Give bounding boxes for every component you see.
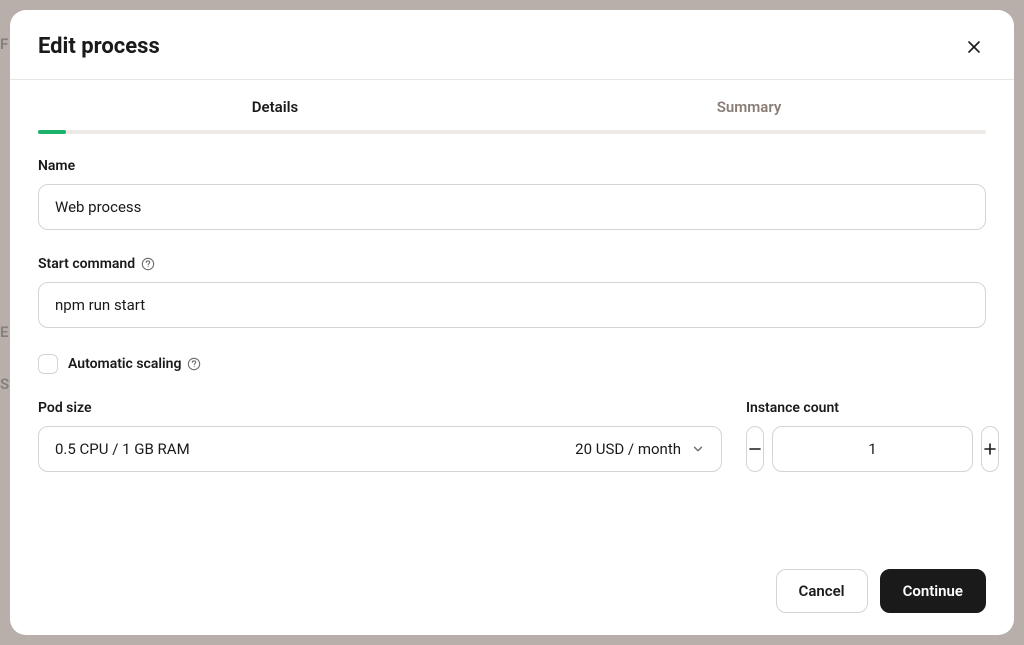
progress-track — [38, 130, 986, 134]
start-command-input[interactable] — [38, 282, 986, 328]
progress-fill — [38, 130, 66, 134]
bottom-row: Pod size 0.5 CPU / 1 GB RAM 20 USD / mon… — [38, 400, 986, 472]
help-icon[interactable] — [141, 257, 155, 271]
auto-scaling-row: Automatic scaling — [38, 354, 986, 374]
tab-details[interactable]: Details — [38, 98, 512, 130]
pod-size-label: Pod size — [38, 400, 722, 416]
chevron-down-icon — [691, 442, 705, 456]
cancel-button[interactable]: Cancel — [776, 569, 868, 613]
pod-size-spec: 0.5 CPU / 1 GB RAM — [55, 440, 190, 458]
instance-count-label: Instance count — [746, 400, 986, 416]
help-icon[interactable] — [187, 357, 201, 371]
instance-count-input[interactable] — [772, 426, 973, 472]
auto-scaling-checkbox[interactable] — [38, 354, 58, 374]
continue-button[interactable]: Continue — [880, 569, 986, 613]
name-field: Name — [38, 158, 986, 230]
auto-scaling-label: Automatic scaling — [68, 356, 181, 372]
instance-stepper — [746, 426, 986, 472]
pod-size-select[interactable]: 0.5 CPU / 1 GB RAM 20 USD / month — [38, 426, 722, 472]
modal-title: Edit process — [38, 34, 160, 59]
minus-icon — [747, 441, 763, 457]
close-button[interactable] — [962, 35, 986, 59]
edit-process-modal: Edit process Details Summary Name Start … — [10, 10, 1014, 635]
background-letter: E — [0, 323, 8, 341]
plus-icon — [982, 441, 998, 457]
increment-button[interactable] — [981, 426, 999, 472]
modal-footer: Cancel Continue — [10, 551, 1014, 635]
close-icon — [966, 39, 982, 55]
pod-size-price: 20 USD / month — [575, 440, 681, 458]
name-label: Name — [38, 158, 986, 174]
name-input[interactable] — [38, 184, 986, 230]
start-command-label: Start command — [38, 256, 135, 272]
form-body: Name Start command Automatic scaling — [10, 134, 1014, 551]
tabs: Details Summary — [10, 80, 1014, 130]
background-letter: F — [0, 35, 8, 53]
tab-summary[interactable]: Summary — [512, 98, 986, 130]
modal-header: Edit process — [10, 10, 1014, 80]
background-letter: S — [0, 375, 9, 393]
decrement-button[interactable] — [746, 426, 764, 472]
instance-count-field: Instance count — [746, 400, 986, 472]
start-command-field: Start command — [38, 256, 986, 328]
pod-size-field: Pod size 0.5 CPU / 1 GB RAM 20 USD / mon… — [38, 400, 722, 472]
